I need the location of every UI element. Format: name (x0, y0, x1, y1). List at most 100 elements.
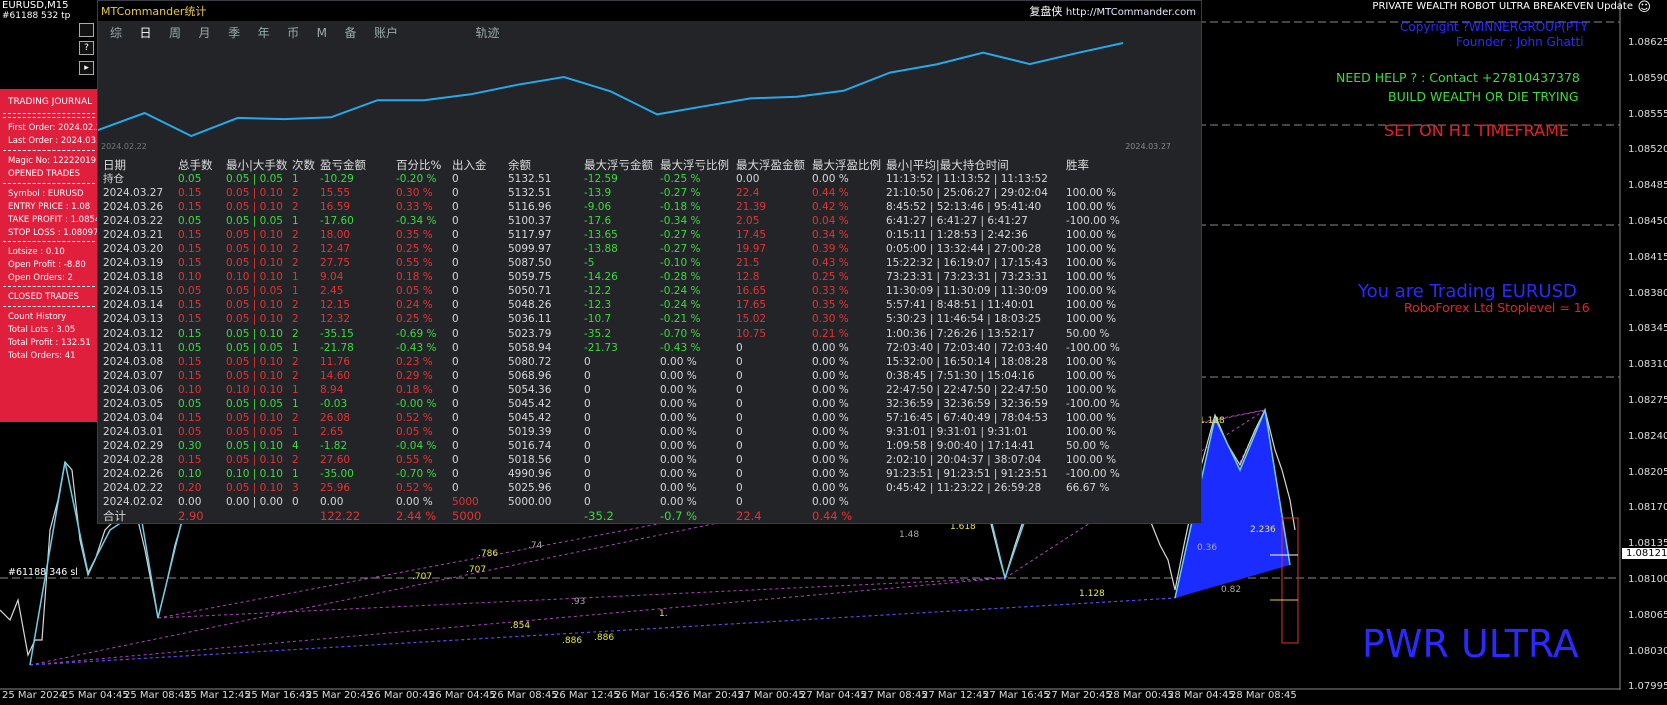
table-row[interactable]: 2024.03.14 0.15 0.05 | 0.10 2 12.15 0.24 % 0 50… (103, 298, 1120, 312)
fib-label: .93 (571, 597, 586, 607)
table-cell: 0 (736, 496, 743, 509)
table-cell: -5 (584, 257, 595, 270)
table-cell: 27.75 (320, 257, 351, 270)
column-header[interactable]: 余额 (508, 158, 584, 172)
table-cell: 0.00 % (812, 341, 849, 354)
table-cell: 5068.96 (508, 369, 552, 382)
table-cell (1066, 172, 1120, 186)
table-row[interactable]: 2024.03.19 0.15 0.05 | 0.10 2 27.75 0.55 % 0 50… (103, 256, 1120, 270)
table-row[interactable]: 2024.03.05 0.05 0.05 | 0.05 1 -0.03 -0.00 % 0 5… (103, 397, 1120, 411)
table-row[interactable]: 2024.02.29 0.30 0.05 | 0.10 4 -1.82 -0.04 % 0 5… (103, 439, 1120, 453)
table-cell: 9:31:01 | 9:31:01 | 9:31:01 (886, 425, 1028, 438)
column-header[interactable]: 最大浮亏金额 (584, 158, 660, 172)
tab-currency[interactable]: 币 (287, 24, 299, 41)
table-cell: -9.06 (584, 201, 612, 214)
price-tick: 1.08310 (1628, 359, 1667, 371)
time-tick: 26 Mar 00:45 (368, 690, 435, 701)
table-cell: -35.15 (320, 327, 354, 340)
stats-window[interactable]: MTCommander统计 复盘侠 http://MTCommander.com… (97, 0, 1202, 524)
table-cell: 0 (736, 369, 743, 382)
fib-label: 0.36 (1197, 543, 1218, 553)
table-row[interactable]: 2024.03.20 0.15 0.05 | 0.10 2 12.47 0.25 % 0 50… (103, 242, 1120, 256)
table-cell: 0.52 % (396, 482, 433, 495)
column-header[interactable]: 最大浮盈比例 (812, 158, 886, 172)
table-row[interactable]: 2024.03.22 0.05 0.05 | 0.05 1 -17.60 -0.34 % 0… (103, 214, 1120, 228)
table-cell: 0.00 % (812, 173, 849, 186)
table-row[interactable]: 2024.03.18 0.10 0.10 | 0.10 1 9.04 0.18 % 0 505… (103, 270, 1120, 284)
table-cell: 0.25 % (396, 313, 433, 326)
table-cell: 0.05 | 0.10 (226, 201, 283, 214)
column-header[interactable]: 最大浮盈金额 (736, 158, 812, 172)
table-cell: 0.15 (178, 299, 202, 312)
column-header[interactable]: 日期 (103, 158, 178, 172)
table-cell: 0 (584, 482, 591, 495)
tab-summary[interactable]: 综 (110, 24, 122, 41)
price-tick: 1.07995 (1628, 681, 1667, 693)
table-cell: 5048.26 (508, 299, 552, 312)
table-row[interactable]: 2024.02.26 0.10 0.10 | 0.10 1 -35.00 -0.70 % 0… (103, 467, 1120, 481)
tab-day[interactable]: 日 (140, 24, 152, 41)
table-cell: 5000.00 (508, 496, 552, 509)
table-row[interactable]: 2024.03.21 0.15 0.05 | 0.10 2 18.00 0.35 % 0 51… (103, 228, 1120, 242)
count-history: Count History (8, 312, 67, 322)
table-row[interactable]: 2024.03.01 0.05 0.05 | 0.05 1 2.65 0.05 % 0 501… (103, 425, 1120, 439)
brand-url[interactable]: http://MTCommander.com (1066, 7, 1196, 18)
table-row[interactable]: 持仓 0.05 0.05 | 0.05 1 -10.29 -0.20 % 0 5132.51 -… (103, 172, 1120, 186)
table-cell: 0.15 (178, 313, 202, 326)
table-row[interactable]: 2024.03.07 0.15 0.05 | 0.10 2 14.60 0.29 % 0 50… (103, 369, 1120, 383)
tab-week[interactable]: 周 (169, 24, 181, 41)
table-cell: 18.00 (320, 229, 351, 242)
tab-magic[interactable]: M (317, 26, 327, 40)
column-header[interactable]: 总手数 (178, 158, 226, 172)
stats-titlebar[interactable]: MTCommander统计 复盘侠 http://MTCommander.com (98, 1, 1201, 21)
tab-backup[interactable]: 备 (344, 24, 356, 41)
table-row[interactable]: 2024.02.28 0.15 0.05 | 0.10 2 27.60 0.55 % 0 50… (103, 453, 1120, 467)
tab-account[interactable]: 账户 (374, 24, 398, 41)
time-tick: 26 Mar 08:45 (491, 690, 558, 701)
column-header[interactable]: 最小|大手数 (226, 158, 292, 172)
table-row[interactable]: 2024.03.11 0.05 0.05 | 0.05 1 -21.78 -0.43 % 0… (103, 341, 1120, 355)
table-cell: -0.70 % (660, 327, 701, 340)
table-row[interactable]: 2024.03.26 0.15 0.05 | 0.10 2 16.59 0.33 % 0 51… (103, 200, 1120, 214)
table-cell: 10.75 (736, 327, 767, 340)
table-cell: 4 (292, 439, 299, 452)
table-cell: 0.30 % (396, 187, 433, 200)
column-header[interactable]: 出入金 (452, 158, 508, 172)
column-header[interactable]: 百分比% (396, 158, 452, 172)
table-cell: 0 (584, 383, 591, 396)
column-header[interactable]: 胜率 (1066, 158, 1120, 172)
stats-brand[interactable]: 复盘侠 http://MTCommander.com (1029, 3, 1196, 19)
column-header[interactable]: 最小|平均|最大持仓时间 (886, 158, 1066, 172)
fib-label: 1.48 (899, 530, 920, 540)
table-cell: 0.05 | 0.10 (226, 299, 283, 312)
table-row[interactable]: 2024.03.13 0.15 0.05 | 0.10 2 12.32 0.25 % 0 50… (103, 312, 1120, 326)
tab-year[interactable]: 年 (258, 24, 270, 41)
table-cell: -0.24 % (660, 285, 701, 298)
column-header[interactable]: 次数 (292, 158, 320, 172)
column-header[interactable]: 盈亏金额 (320, 158, 396, 172)
table-row[interactable]: 2024.03.27 0.15 0.05 | 0.10 2 15.55 0.30 % 0 51… (103, 186, 1120, 200)
side-button[interactable]: ▸ (79, 61, 94, 75)
column-header[interactable]: 最大浮亏比例 (660, 158, 736, 172)
help-button[interactable]: ? (79, 41, 94, 55)
table-row[interactable]: 2024.03.06 0.10 0.10 | 0.10 1 8.94 0.18 % 0 505… (103, 383, 1120, 397)
table-row[interactable]: 2024.02.02 0.00 0.00 | 0.00 0 0.00 0.00 % 5000… (103, 495, 1120, 509)
table-cell: 11.76 (320, 355, 351, 368)
tab-month[interactable]: 月 (199, 24, 211, 41)
price-tick: 1.08275 (1628, 395, 1667, 406)
table-row[interactable]: 2024.03.15 0.05 0.05 | 0.05 1 2.45 0.05 % 0 505… (103, 284, 1120, 298)
table-row[interactable]: 2024.03.04 0.15 0.05 | 0.10 2 26.08 0.52 % 0 50… (103, 411, 1120, 425)
side-button[interactable] (79, 23, 94, 37)
tab-quarter[interactable]: 季 (228, 24, 240, 41)
smiley-icon[interactable]: ☺ (1637, 0, 1651, 15)
table-row[interactable]: 2024.02.22 0.20 0.05 | 0.10 3 25.96 0.52 % 0 50… (103, 481, 1120, 495)
table-cell: 0:45:42 | 11:23:22 | 26:59:28 (886, 482, 1042, 495)
table-row[interactable]: 2024.03.12 0.15 0.05 | 0.10 2 -35.15 -0.69 % 0… (103, 327, 1120, 341)
table-cell: 0.00 % (812, 411, 849, 424)
table-row[interactable]: 2024.03.08 0.15 0.05 | 0.10 2 11.76 0.23 % 0 50… (103, 355, 1120, 369)
opened-trades-heading: OPENED TRADES (8, 169, 81, 179)
time-tick: 26 Mar 20:45 (677, 690, 744, 701)
fib-label: .886 (594, 633, 615, 643)
table-cell: 0.10 | 0.10 (226, 468, 283, 480)
tab-track[interactable]: 轨迹 (476, 26, 500, 40)
